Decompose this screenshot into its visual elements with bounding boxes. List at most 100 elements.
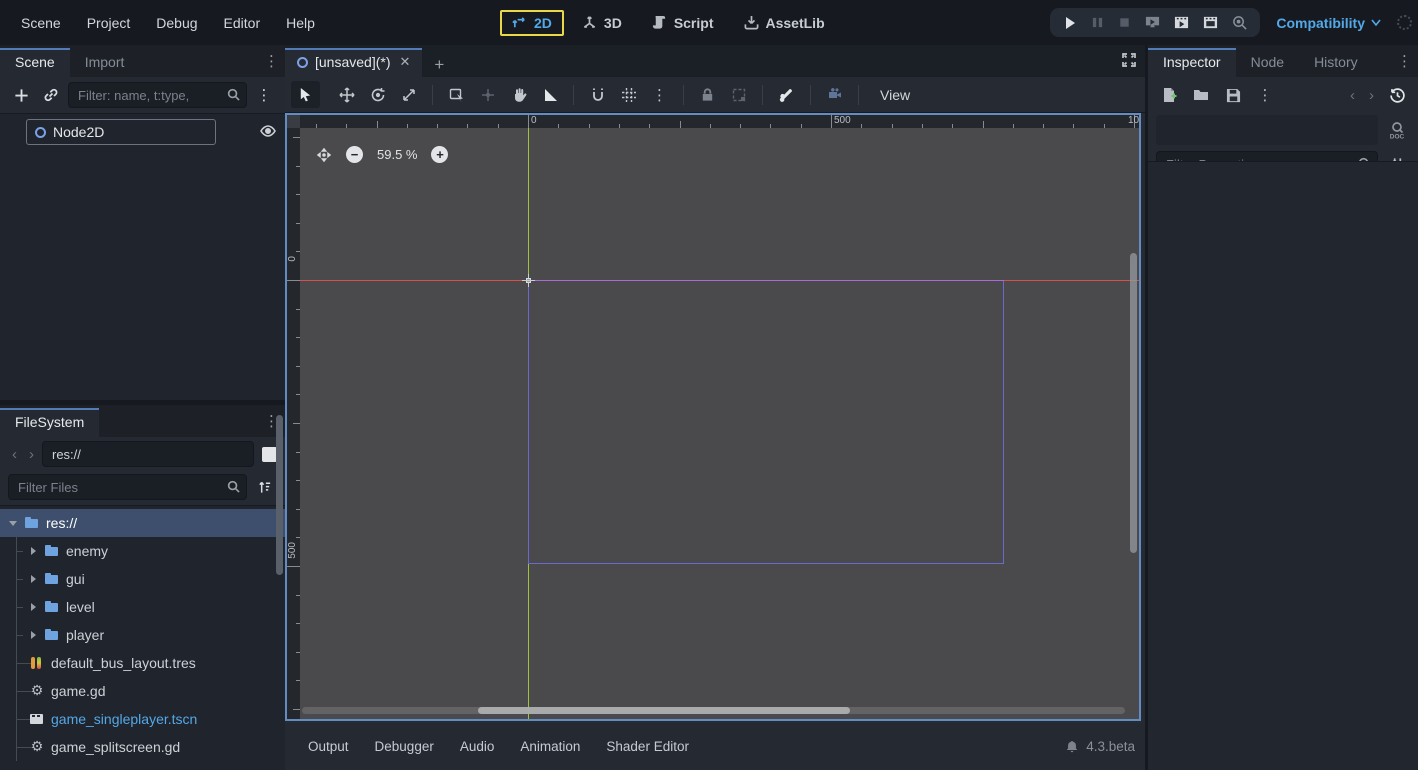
file-tree-item[interactable]: game_splitscreen.gd <box>0 733 285 761</box>
edit-back-button[interactable]: ‹ <box>1346 87 1359 104</box>
dock-tab[interactable]: Scene <box>0 48 70 77</box>
remote-debug-button[interactable] <box>1142 13 1163 32</box>
file-tree-item[interactable]: player <box>0 621 285 649</box>
scale-tool-button[interactable] <box>394 81 423 108</box>
pan-tool-button[interactable] <box>504 81 533 108</box>
center-view-button[interactable] <box>316 147 332 163</box>
scene-tree-node-row[interactable]: Node2D <box>0 117 285 147</box>
scene-tree-options-button[interactable]: ⋮ <box>251 82 277 108</box>
object-history-button[interactable] <box>1384 82 1410 108</box>
instance-scene-button[interactable] <box>38 82 64 108</box>
renderer-dropdown[interactable]: Compatibility <box>1270 11 1387 35</box>
dock-tab[interactable]: Node <box>1236 48 1299 77</box>
stop-button[interactable] <box>1115 14 1134 31</box>
workspace-3d-button[interactable]: 3D <box>570 10 634 36</box>
file-tree-item[interactable]: level <box>0 593 285 621</box>
movie-maker-mode-button[interactable] <box>1229 13 1250 32</box>
canvas-vertical-scrollbar[interactable] <box>1130 253 1137 553</box>
scene-tab-unsaved[interactable]: [unsaved](*) ✕ <box>285 48 422 77</box>
menu-item[interactable]: Project <box>74 11 144 35</box>
dock-tab[interactable]: History <box>1299 48 1373 77</box>
dock-tab[interactable]: Import <box>70 48 140 77</box>
ruler-corner[interactable] <box>287 115 300 128</box>
snap-options-button[interactable]: ⋮ <box>645 81 674 108</box>
pause-button[interactable] <box>1088 14 1107 31</box>
bottom-panel-button[interactable]: Debugger <box>362 734 447 759</box>
override-camera-button[interactable] <box>820 81 849 108</box>
open-docs-button[interactable]: DOC <box>1384 117 1410 143</box>
menu-item[interactable]: Debug <box>143 11 210 35</box>
filesystem-dock-header: FileSystem <box>0 405 285 437</box>
zoom-level-label[interactable]: 59.5 % <box>377 147 417 162</box>
add-node-button[interactable] <box>8 82 34 108</box>
chevron-icon[interactable] <box>27 601 39 613</box>
toggle-split-mode-button[interactable] <box>262 447 277 462</box>
file-sort-button[interactable] <box>251 474 277 500</box>
chevron-icon[interactable] <box>27 545 39 557</box>
history-forward-button[interactable]: › <box>25 446 38 463</box>
file-tree-item[interactable]: game_singleplayer.tscn <box>0 705 285 733</box>
save-resource-button[interactable] <box>1220 82 1246 108</box>
view-menu-button[interactable]: View <box>868 83 922 107</box>
grid-snap-button[interactable] <box>614 81 643 108</box>
chevron-icon[interactable] <box>27 629 39 641</box>
group-selected-button[interactable] <box>724 81 753 108</box>
lock-selected-button[interactable] <box>693 81 722 108</box>
magnet-icon <box>590 87 606 103</box>
menu-item[interactable]: Help <box>273 11 328 35</box>
menu-item[interactable]: Scene <box>8 11 74 35</box>
zoom-in-button[interactable]: + <box>431 146 448 163</box>
play-button[interactable] <box>1060 14 1080 32</box>
rotate-tool-button[interactable] <box>363 81 392 108</box>
file-tree[interactable]: res:// enemy gui level player <box>0 505 285 770</box>
load-resource-button[interactable] <box>1188 82 1214 108</box>
workspace-script-button[interactable]: Script <box>640 10 726 36</box>
node-rename-box[interactable]: Node2D <box>26 119 216 145</box>
current-path-field[interactable] <box>42 441 254 467</box>
pivot-tool-button[interactable] <box>473 81 502 108</box>
notification-bell-icon[interactable] <box>1065 739 1079 754</box>
scene-dock-menu-button[interactable]: ⋮ <box>264 52 279 70</box>
bottom-panel-button[interactable]: Animation <box>507 734 593 759</box>
resource-options-button[interactable]: ⋮ <box>1252 82 1278 108</box>
file-tree-item[interactable]: default_bus_layout.tres <box>0 649 285 677</box>
inspector-dock-menu-button[interactable]: ⋮ <box>1397 52 1412 70</box>
new-resource-button[interactable] <box>1156 82 1182 108</box>
history-back-button[interactable]: ‹ <box>8 446 21 463</box>
bottom-panel-button[interactable]: Output <box>295 734 362 759</box>
move-tool-button[interactable] <box>332 81 361 108</box>
scene-tree[interactable]: Node2D <box>0 113 285 400</box>
menu-item[interactable]: Editor <box>211 11 274 35</box>
zoom-out-button[interactable]: − <box>346 146 363 163</box>
file-tree-item[interactable]: res:// <box>0 509 285 537</box>
workspace-assetlib-button[interactable]: AssetLib <box>732 10 837 36</box>
new-scene-tab-button[interactable]: + <box>422 53 456 77</box>
bottom-panel-button[interactable]: Shader Editor <box>593 734 702 759</box>
play-scene-button[interactable] <box>1171 13 1192 32</box>
inspector-content <box>1148 161 1418 770</box>
play-custom-scene-button[interactable] <box>1200 13 1221 32</box>
file-tree-item[interactable]: game.gd <box>0 677 285 705</box>
close-tab-button[interactable]: ✕ <box>397 54 412 70</box>
distraction-free-button[interactable] <box>1121 52 1137 68</box>
scene-filter-input[interactable] <box>68 82 247 108</box>
chevron-icon[interactable] <box>27 573 39 585</box>
edit-forward-button[interactable]: › <box>1365 87 1378 104</box>
filter-files-input[interactable] <box>8 474 247 500</box>
canvas-horizontal-scrollbar-thumb[interactable] <box>478 707 850 714</box>
ruler-tool-button[interactable] <box>535 81 564 108</box>
visibility-toggle-button[interactable] <box>259 122 277 140</box>
bottom-panel-button[interactable]: Audio <box>447 734 508 759</box>
canvas-content[interactable]: − 59.5 % + <box>300 128 1139 719</box>
select-tool-button[interactable] <box>291 81 320 108</box>
workspace-2d-button[interactable]: 2D <box>500 10 564 36</box>
skeleton-options-button[interactable] <box>772 81 801 108</box>
smart-snap-button[interactable] <box>583 81 612 108</box>
dock-tab[interactable]: Inspector <box>1148 48 1236 77</box>
list-select-tool-button[interactable] <box>442 81 471 108</box>
chevron-icon[interactable] <box>7 517 19 529</box>
file-tree-item[interactable]: gui <box>0 565 285 593</box>
file-tree-item[interactable]: enemy <box>0 537 285 565</box>
filesystem-tab[interactable]: FileSystem <box>0 408 99 437</box>
filesystem-scrollbar[interactable] <box>276 415 283 575</box>
